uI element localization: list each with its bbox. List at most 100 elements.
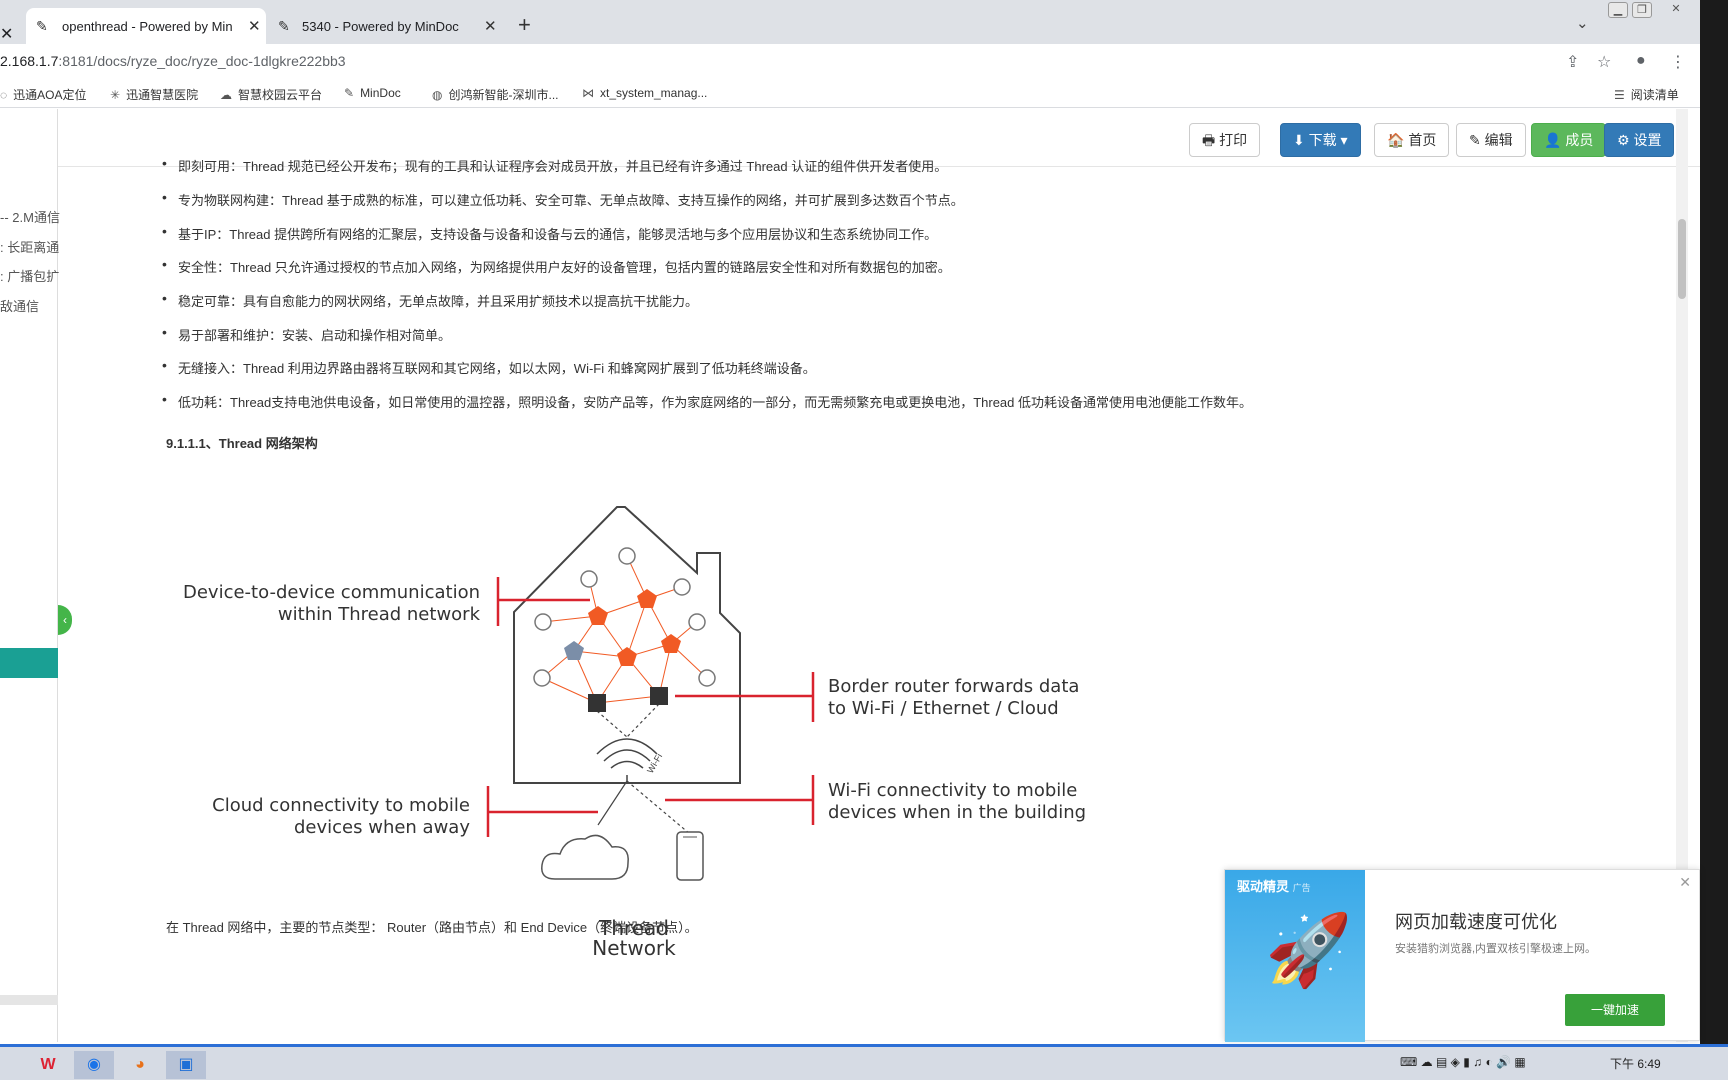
close-tab-icon[interactable]: ✕ (484, 17, 497, 35)
caption: devices when away (294, 817, 470, 838)
wifi-label: Wi-Fi (645, 752, 664, 775)
tab-5340[interactable]: ✎ 5340 - Powered by MinDoc ✕ (270, 8, 500, 44)
ad-tag: 广告 (1292, 883, 1311, 893)
sidebar-item[interactable]: -- 2.M通信 (0, 207, 60, 226)
bookmark-label: 智慧校园云平台 (238, 88, 323, 102)
ad-title: 网页加载速度可优化 (1395, 912, 1557, 932)
ad-brand-name: 驱动精灵 (1237, 879, 1290, 894)
close-tab-icon[interactable]: ✕ (248, 17, 261, 35)
tray-icons[interactable]: ⌨ ☁ ▤ ◈ ▮ ♫ ◐ 🔊 ▦ (1400, 1055, 1526, 1069)
edit-doc-icon: ✎ (36, 17, 48, 34)
edit-doc-icon: ✎ (278, 17, 290, 34)
share-icon[interactable]: ⇪ (1566, 52, 1579, 72)
settings-button[interactable]: ⚙ 设置 (1604, 123, 1675, 157)
url-host: 2.168.1.7 (0, 53, 59, 69)
list-item: 无缝接入：Thread 利用边界路由器将互联网和其它网络，如以太网，Wi-Fi … (162, 357, 816, 377)
ad-banner: 驱动精灵 广告 🚀 (1225, 870, 1365, 1042)
bookmark-label: 创鸿新智能-深圳市... (448, 88, 559, 102)
bookmark-label: MinDoc (360, 86, 401, 100)
bookmark-label: 迅通智慧医院 (126, 88, 199, 102)
caption: Cloud connectivity to mobile (212, 795, 470, 816)
list-item: 低功耗：Thread支持电池供电设备，如日常使用的温控器，照明设备，安防产品等，… (162, 391, 1252, 411)
bookmarks-bar: ◌ 迅通AOA定位 ✳ 迅通智慧医院 ☁ 智慧校园云平台 ✎ MinDoc ◍ 创鸿新智能… (0, 80, 1700, 108)
bookmark-item[interactable]: ☁ 智慧校园云平台 (220, 86, 322, 103)
bookmark-star-icon[interactable]: ☆ (1597, 52, 1611, 72)
globe-icon: ◍ (432, 88, 443, 102)
url-path: :8181/docs/ryze_doc/ryze_doc-1dlgkre222b… (58, 53, 346, 69)
doc-sidebar: -- 2.M通信 : 长距离通 : 广播包扩 敌通信 (0, 109, 60, 1042)
tab-title: openthread - Powered by Min (62, 18, 233, 34)
reading-list[interactable]: ☰ 阅读清单 (1614, 86, 1679, 103)
sidebar-item[interactable]: : 长距离通 (0, 237, 59, 256)
wireless-links (596, 703, 691, 835)
tab-title: 5340 - Powered by MinDoc (302, 18, 459, 34)
app-icon: ⋈ (582, 86, 594, 100)
reading-list-label: 阅读清单 (1630, 88, 1679, 102)
bookmark-item[interactable]: ✎ MinDoc (344, 86, 401, 100)
address-bar[interactable]: 2.168.1.7:8181/docs/ryze_doc/ryze_doc-1d… (0, 44, 1700, 80)
menu-kebab-icon[interactable]: ⋮ (1670, 52, 1686, 72)
list-item: 易于部署和维护：安装、启动和操作相对简单。 (162, 324, 451, 344)
caption: Border router forwards data (828, 676, 1079, 697)
close-icon[interactable]: ✕ (1679, 874, 1691, 891)
wps-icon[interactable]: W (28, 1051, 68, 1079)
edit-button[interactable]: ✎ 编辑 (1456, 123, 1526, 157)
taskbar: W ◉ ◕ ▣ ⌨ ☁ ▤ ◈ ▮ ♫ ◐ 🔊 ▦ 下午 6:49 (0, 1044, 1728, 1080)
mesh-links (541, 555, 708, 704)
cloud-link (597, 780, 628, 826)
print-button[interactable]: 🖶 打印 (1189, 123, 1261, 157)
members-button[interactable]: 👤 成员 (1531, 123, 1607, 157)
clock: 下午 6:49 (1610, 1057, 1661, 1071)
bookmark-item[interactable]: ✳ 迅通智慧医院 (110, 86, 198, 103)
ad-brand: 驱动精灵 广告 (1237, 876, 1311, 895)
border-router-node (650, 687, 668, 705)
rocket-icon: 🚀 (1265, 911, 1353, 989)
wifi-router-icon (596, 738, 658, 781)
caption: devices when in the building (828, 802, 1086, 823)
tab-bar: ✕ ✎ openthread - Powered by Min ✕ ✎ 5340… (0, 0, 1700, 44)
bookmark-item[interactable]: ◍ 创鸿新智能-深圳市... (432, 86, 558, 103)
profile-icon[interactable]: ● (1636, 52, 1646, 70)
caption: within Thread network (278, 604, 481, 625)
sidebar-item[interactable]: 敌通信 (0, 296, 39, 315)
scrollbar-thumb[interactable] (1678, 219, 1686, 299)
ad-accelerate-button[interactable]: 一键加速 (1565, 994, 1665, 1026)
sidebar-active-item[interactable] (0, 648, 58, 678)
tab-openthread[interactable]: ✎ openthread - Powered by Min ✕ (26, 8, 266, 44)
bookmark-label: 迅通AOA定位 (13, 88, 87, 102)
download-button[interactable]: ⬇ 下载 ▾ (1280, 123, 1361, 157)
phone-icon (676, 831, 704, 881)
border-router-node (588, 694, 606, 712)
diagram-title: Network (592, 936, 676, 960)
firefox-icon[interactable]: ◕ (120, 1051, 160, 1079)
sidebar-item[interactable]: : 广播包扩 (0, 266, 59, 285)
bookmark-item[interactable]: ⋈ xt_system_manag... (582, 86, 707, 100)
chrome-icon[interactable]: ◉ (74, 1051, 114, 1079)
sidebar-scrollbar[interactable] (0, 995, 58, 1005)
list-item: 专为物联网构建：Thread 基于成熟的标准，可以建立低功耗、安全可靠、无单点故… (162, 189, 964, 209)
bookmark-item[interactable]: ◌ 迅通AOA定位 (0, 86, 86, 103)
app-icon[interactable]: ▣ (166, 1051, 206, 1079)
home-button[interactable]: 🏠 首页 (1374, 123, 1450, 157)
section-heading: 9.1.1.1、Thread 网络架构 (166, 436, 318, 451)
maximize-button[interactable]: ❐ (1632, 2, 1652, 18)
cloud-icon: ☁ (220, 88, 232, 102)
thread-network-diagram: Wi-Fi Device-to-device communication wit… (183, 506, 1086, 960)
list-item: 稳定可靠：具有自愈能力的网状网络，无单点故障，并且采用扩频技术以提高抗干扰能力。 (162, 290, 698, 310)
edit-doc-icon: ✎ (344, 86, 355, 100)
caption: to Wi-Fi / Ethernet / Cloud (828, 698, 1059, 719)
caption: Wi-Fi connectivity to mobile (828, 780, 1077, 801)
list-item: 即刻可用：Thread 规范已经公开发布；现有的工具和认证程序会对成员开放，并且… (162, 155, 947, 175)
list-item: 安全性：Thread 只允许通过授权的节点加入网络，为网络提供用户友好的设备管理… (162, 256, 951, 276)
tab-list-chevron-icon[interactable]: ⌄ (1576, 14, 1589, 32)
location-icon: ◌ (0, 88, 8, 102)
reading-list-icon: ☰ (1614, 88, 1625, 102)
new-tab-button[interactable]: + (518, 14, 531, 36)
minimize-button[interactable]: ▁ (1608, 2, 1628, 18)
cloud-icon (541, 834, 629, 880)
close-window-button[interactable]: ✕ (1666, 2, 1686, 18)
list-item: 基于IP：Thread 提供跨所有网络的汇聚层，支持设备与设备和设备与云的通信，… (162, 223, 937, 243)
ad-popup: 驱动精灵 广告 🚀 ✕ 网页加载速度可优化 安装猎豹浏览器,内置双核引擎极速上网… (1224, 869, 1700, 1042)
ad-description: 安装猎豹浏览器,内置双核引擎极速上网。 (1395, 943, 1597, 955)
url-field[interactable]: 2.168.1.7:8181/docs/ryze_doc/ryze_doc-1d… (0, 53, 346, 69)
